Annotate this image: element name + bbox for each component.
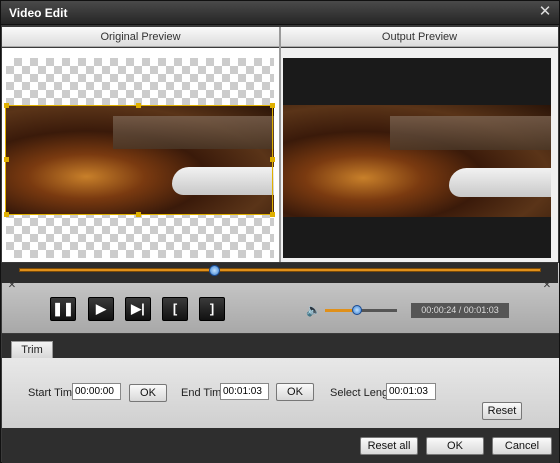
- reset-button[interactable]: Reset: [482, 402, 522, 420]
- crop-frame[interactable]: [5, 105, 273, 215]
- end-time-ok-button[interactable]: OK: [276, 383, 314, 401]
- output-video-frame: [283, 105, 551, 217]
- original-preview-header: Original Preview: [2, 27, 279, 47]
- trim-start-marker-icon[interactable]: ✕: [7, 281, 17, 291]
- cancel-button[interactable]: Cancel: [492, 437, 552, 455]
- crop-handle-bottom-right[interactable]: [270, 212, 275, 217]
- trim-end-marker-icon[interactable]: ✕: [542, 281, 552, 291]
- mark-out-button[interactable]: ]: [199, 297, 225, 321]
- crop-handle-top-left[interactable]: [4, 103, 9, 108]
- video-edit-window: Video Edit ✕ Original Preview Output Pre…: [0, 0, 560, 463]
- timeline-track[interactable]: [19, 268, 541, 272]
- crop-handle-top-right[interactable]: [270, 103, 275, 108]
- end-time-input[interactable]: 00:01:03: [220, 383, 269, 400]
- mark-in-button[interactable]: [: [162, 297, 188, 321]
- tab-trim[interactable]: Trim: [11, 341, 53, 359]
- start-time-ok-button[interactable]: OK: [129, 384, 167, 402]
- tab-bar: [2, 334, 559, 358]
- window-title: Video Edit: [9, 6, 68, 20]
- volume-icon[interactable]: 🔈: [306, 303, 322, 317]
- start-time-label: Start Time: [28, 387, 79, 399]
- start-time-input[interactable]: 00:00:00: [72, 383, 121, 400]
- crop-handle-right[interactable]: [270, 157, 275, 162]
- output-preview-pane: [281, 48, 558, 262]
- title-bar: Video Edit ✕: [1, 1, 559, 25]
- next-frame-button[interactable]: ▶|: [125, 297, 151, 321]
- pause-button[interactable]: ❚❚: [50, 297, 76, 321]
- reset-all-button[interactable]: Reset all: [360, 437, 418, 455]
- timeline-bar: [1, 263, 558, 283]
- time-display: 00:00:24 / 00:01:03: [411, 303, 509, 318]
- ok-button[interactable]: OK: [426, 437, 484, 455]
- crop-handle-top[interactable]: [136, 103, 141, 108]
- crop-handle-bottom[interactable]: [136, 212, 141, 217]
- crop-handle-left[interactable]: [4, 157, 9, 162]
- output-preview-header: Output Preview: [281, 27, 558, 47]
- timeline-scrubber[interactable]: [208, 265, 220, 276]
- play-button[interactable]: ▶: [88, 297, 114, 321]
- crop-handle-bottom-left[interactable]: [4, 212, 9, 217]
- close-icon[interactable]: ✕: [537, 4, 553, 20]
- select-length-input[interactable]: 00:01:03: [386, 383, 436, 400]
